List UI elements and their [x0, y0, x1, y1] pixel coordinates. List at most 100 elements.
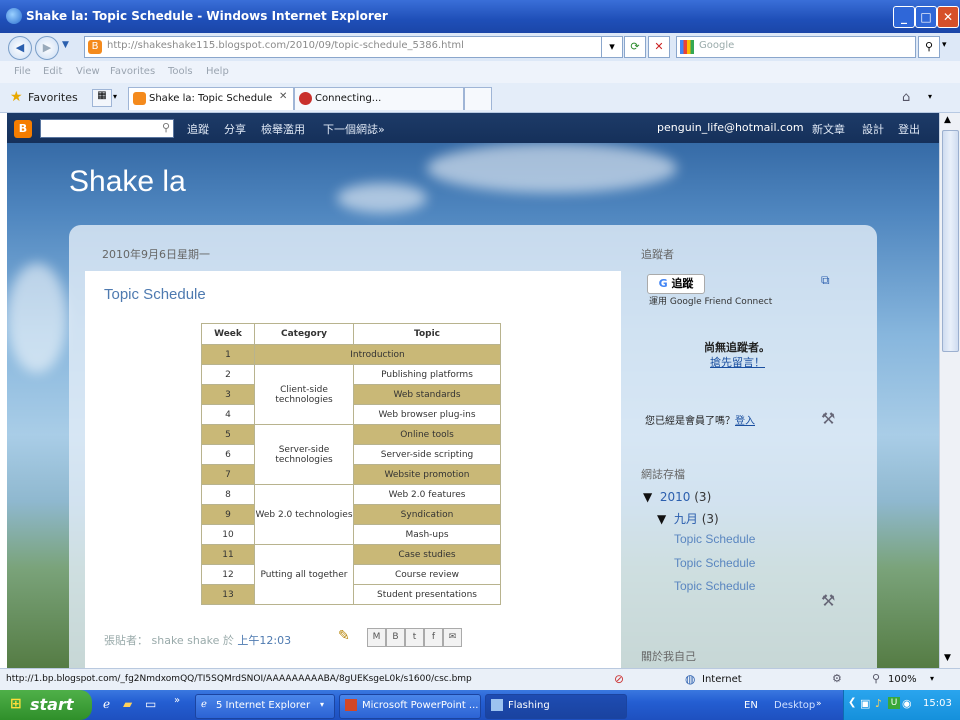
nav-logout-link[interactable]: 登出	[898, 121, 920, 137]
taskbar-item-powerpoint[interactable]: Microsoft PowerPoint ...	[339, 694, 481, 719]
post-title[interactable]: Topic Schedule	[104, 286, 206, 303]
archive-post-link[interactable]: Topic Schedule	[674, 556, 755, 570]
new-tab-button[interactable]	[464, 87, 492, 110]
history-dropdown-icon[interactable]: ▼	[62, 40, 69, 50]
refresh-icon[interactable]: ⟳	[624, 36, 646, 58]
menu-tools[interactable]: Tools	[168, 66, 193, 77]
category-cell: Client-side technologies	[254, 364, 354, 425]
search-icon[interactable]: ⚲	[162, 121, 170, 134]
home-icon[interactable]: ⌂	[902, 90, 910, 105]
nav-follow-link[interactable]: 追蹤	[187, 121, 209, 137]
forward-button[interactable]: ▶	[35, 36, 59, 60]
popup-blocker-icon[interactable]: ⊘	[614, 672, 624, 686]
archive-year[interactable]: ▼ 2010 (3)	[643, 490, 711, 504]
search-options-icon[interactable]: ▾	[942, 40, 947, 50]
post-author[interactable]: shake shake	[152, 634, 220, 647]
buzz-share-icon[interactable]: ✉	[443, 628, 462, 647]
be-first-link[interactable]: 搶先留言！	[710, 354, 765, 370]
archive-post-link[interactable]: Topic Schedule	[674, 579, 755, 593]
home-dropdown-icon[interactable]: ▾	[928, 92, 932, 101]
favorites-button[interactable]: Favorites	[28, 91, 78, 104]
close-button[interactable]: ✕	[937, 6, 959, 28]
zoom-dropdown-icon[interactable]: ▾	[930, 674, 934, 683]
nav-share-link[interactable]: 分享	[224, 121, 246, 137]
tab-close-icon[interactable]: ✕	[279, 91, 287, 102]
posted-by-label: 張貼者：	[104, 634, 148, 647]
nav-next-blog-link[interactable]: 下一個網誌»	[323, 121, 385, 137]
post-time-link[interactable]: 上午12:03	[237, 634, 291, 647]
blogger-logo-icon[interactable]: B	[14, 120, 32, 138]
header-topic: Topic	[353, 323, 501, 345]
app-icon	[491, 699, 503, 711]
menu-view[interactable]: View	[76, 66, 100, 77]
follow-button[interactable]: G 追蹤	[647, 274, 705, 294]
quick-launch-more-icon[interactable]: »	[174, 695, 180, 706]
quick-launch-ie-icon[interactable]: ℯ	[103, 697, 110, 711]
collapse-triangle-icon[interactable]: ▼	[643, 490, 652, 504]
nav-report-link[interactable]: 檢舉濫用	[261, 121, 305, 137]
table-row: 2 Client-side technologies Publishing pl…	[201, 364, 501, 425]
menu-file[interactable]: File	[14, 66, 31, 77]
back-button[interactable]: ◀	[8, 36, 32, 60]
zoom-level[interactable]: 100%	[888, 674, 917, 685]
tab-shake-la[interactable]: Shake la: Topic Schedule ✕	[128, 87, 294, 110]
sound-icon[interactable]: ♪	[875, 697, 882, 710]
tray-arrow-icon[interactable]: ❮	[848, 697, 856, 708]
language-indicator[interactable]: EN	[744, 700, 758, 711]
archive-year-label[interactable]: 2010	[660, 490, 691, 504]
nav-new-post-link[interactable]: 新文章	[812, 121, 845, 137]
group-dropdown-icon: ▾	[320, 700, 325, 709]
taskbar-item-flashing[interactable]: Flashing	[485, 694, 627, 719]
nav-design-link[interactable]: 設計	[862, 121, 884, 137]
blog-this-icon[interactable]: B	[386, 628, 405, 647]
antivirus-icon[interactable]: ◉	[902, 697, 912, 710]
address-bar[interactable]: B http://shakeshake115.blogspot.com/2010…	[84, 36, 622, 58]
taskbar-item-ie[interactable]: ℯ 5 Internet Explorer ▾	[195, 694, 335, 719]
menu-help[interactable]: Help	[206, 66, 229, 77]
blog-title[interactable]: Shake la	[69, 165, 186, 199]
search-input[interactable]: Google	[676, 36, 916, 58]
scrollbar-thumb[interactable]	[942, 130, 959, 352]
tab-connecting[interactable]: Connecting...	[294, 87, 464, 110]
update-icon[interactable]: U	[888, 697, 900, 709]
collapse-triangle-icon[interactable]: ▼	[657, 512, 666, 526]
topic-schedule-table[interactable]: Week Category Topic 1 Introduction 2 Cli…	[201, 323, 501, 605]
topic-cell: Syndication	[353, 504, 501, 525]
zoom-icon[interactable]: ⚲	[872, 672, 880, 685]
edit-pencil-icon[interactable]: ✎	[338, 628, 350, 644]
maximize-button[interactable]: □	[915, 6, 937, 28]
topic-cell: Publishing platforms	[353, 364, 501, 385]
blogger-favicon-icon: B	[88, 40, 102, 54]
wrench-screwdriver-icon[interactable]: ⚒	[821, 591, 835, 610]
desktop-toolbar-more-icon[interactable]: »	[816, 699, 822, 709]
quick-launch-folder-icon[interactable]: ▰	[123, 697, 132, 711]
login-link[interactable]: 登入	[735, 416, 755, 427]
menu-edit[interactable]: Edit	[43, 66, 62, 77]
gfc-settings-icon[interactable]: ⧉	[821, 273, 830, 288]
scroll-down-icon[interactable]: ▼	[944, 653, 951, 663]
twitter-share-icon[interactable]: t	[405, 628, 424, 647]
protected-mode-icon[interactable]: ⚙	[832, 672, 842, 685]
quick-launch-desktop-icon[interactable]: ▭	[145, 697, 156, 711]
archive-post-link[interactable]: Topic Schedule	[674, 532, 755, 546]
archive-month-label[interactable]: 九月	[674, 512, 698, 526]
desktop-toolbar-label[interactable]: Desktop	[774, 700, 815, 711]
wrench-screwdriver-icon[interactable]: ⚒	[821, 409, 835, 428]
quick-tabs-icon[interactable]: ▦	[92, 89, 112, 107]
menu-favorites[interactable]: Favorites	[110, 66, 155, 77]
search-icon[interactable]: ⚲	[918, 36, 940, 58]
email-share-icon[interactable]: M	[367, 628, 386, 647]
facebook-share-icon[interactable]: f	[424, 628, 443, 647]
minimize-button[interactable]: _	[893, 6, 915, 28]
start-button[interactable]: ⊞ start	[0, 690, 92, 720]
blog-search-input[interactable]: ⚲	[40, 119, 174, 138]
favorites-star-icon[interactable]: ★	[10, 89, 23, 105]
scroll-up-icon[interactable]: ▲	[944, 115, 951, 125]
network-icon[interactable]: ▣	[860, 697, 870, 710]
stop-icon[interactable]: ✕	[648, 36, 670, 58]
clock[interactable]: 15:03	[923, 698, 952, 709]
address-url[interactable]: http://shakeshake115.blogspot.com/2010/0…	[107, 40, 464, 51]
tab-list-icon[interactable]: ▾	[113, 92, 117, 101]
address-dropdown-icon[interactable]: ▾	[601, 36, 623, 58]
archive-month[interactable]: ▼ 九月 (3)	[657, 510, 719, 527]
